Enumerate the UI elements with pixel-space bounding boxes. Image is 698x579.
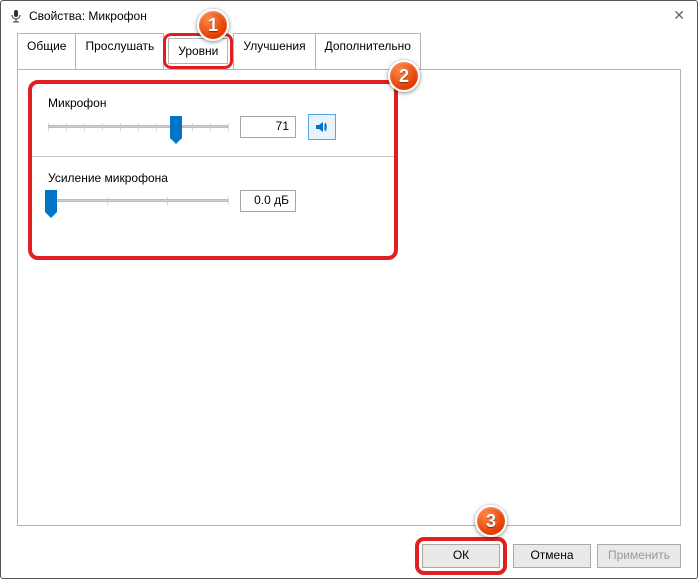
highlight-tab-levels: Уровни	[163, 33, 233, 69]
tab-listen[interactable]: Прослушать	[75, 33, 164, 69]
highlight-ok-button: 3 ОК	[415, 537, 507, 575]
microphone-value[interactable]: 71	[240, 116, 296, 138]
microphone-row: 71	[48, 114, 378, 140]
microphone-icon	[9, 9, 23, 23]
boost-label: Усиление микрофона	[48, 171, 378, 185]
titlebar: Свойства: Микрофон ✕	[1, 1, 697, 31]
tab-strip: Общие Прослушать Уровни Улучшения Дополн…	[1, 33, 697, 69]
cancel-button[interactable]: Отмена	[513, 544, 591, 568]
dialog-window: Свойства: Микрофон ✕ Общие Прослушать Ур…	[0, 0, 698, 579]
mute-button[interactable]	[308, 114, 336, 140]
annotation-badge-1: 1	[197, 9, 229, 41]
highlight-levels-box: Микрофон 71	[28, 80, 398, 260]
boost-row: 0.0 дБ	[48, 189, 378, 213]
tab-general[interactable]: Общие	[17, 33, 76, 69]
close-button[interactable]: ✕	[673, 7, 685, 24]
microphone-slider[interactable]	[48, 115, 228, 139]
ok-button[interactable]: ОК	[422, 544, 500, 568]
tab-panel: 2 Микрофон 71	[17, 69, 681, 526]
tab-levels[interactable]: Уровни	[168, 38, 228, 64]
apply-button: Применить	[597, 544, 681, 568]
annotation-badge-3: 3	[475, 505, 507, 537]
window-title: Свойства: Микрофон	[29, 9, 147, 23]
speaker-icon	[314, 119, 330, 135]
tab-enhancements[interactable]: Улучшения	[233, 33, 315, 69]
dialog-button-row: 3 ОК Отмена Применить	[1, 534, 697, 578]
boost-slider[interactable]	[48, 189, 228, 213]
section-divider	[32, 156, 394, 157]
annotation-badge-2: 2	[388, 60, 420, 92]
boost-value[interactable]: 0.0 дБ	[240, 190, 296, 212]
microphone-label: Микрофон	[48, 96, 378, 110]
